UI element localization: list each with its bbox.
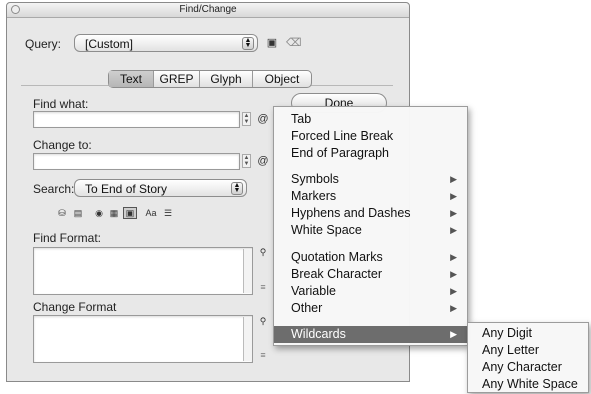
find-format-scrollbar[interactable]: [243, 249, 252, 293]
submenu-arrow-icon: ▶: [450, 252, 457, 262]
menu-item-any-digit[interactable]: Any Digit: [468, 325, 588, 342]
menu-item-variable[interactable]: Variable ▶: [274, 283, 467, 300]
save-query-icon[interactable]: ▣: [266, 38, 278, 49]
menu-item-markers[interactable]: Markers ▶: [274, 188, 467, 205]
find-what-history-stepper[interactable]: ▲ ▼: [242, 112, 251, 126]
case-sensitive-icon[interactable]: Aa: [143, 208, 159, 218]
wildcards-submenu: Any Digit Any Letter Any Character Any W…: [467, 322, 589, 393]
find-format-label: Find Format:: [33, 231, 102, 245]
title-bar[interactable]: Find/Change: [7, 3, 409, 18]
submenu-arrow-icon: ▶: [450, 174, 457, 184]
include-locked-layers-icon[interactable]: ⛁: [56, 208, 68, 218]
submenu-arrow-icon: ▶: [450, 191, 457, 201]
change-format-label: Change Format: [33, 300, 117, 314]
change-to-history-stepper[interactable]: ▲ ▼: [242, 154, 251, 168]
whole-word-icon[interactable]: ☰: [162, 208, 174, 218]
menu-item-tab[interactable]: Tab: [274, 111, 467, 128]
special-characters-icon[interactable]: @: [257, 114, 269, 125]
menu-item-quotation-marks[interactable]: Quotation Marks ▶: [274, 249, 467, 266]
chevron-updown-icon: ▲ ▼: [231, 182, 243, 195]
change-format-box[interactable]: [33, 315, 253, 363]
submenu-arrow-icon: ▶: [450, 208, 457, 218]
tab-glyph[interactable]: Glyph: [200, 71, 253, 87]
tab-object[interactable]: Object: [253, 71, 311, 87]
search-value: To End of Story: [85, 182, 168, 196]
menu-item-any-character[interactable]: Any Character: [468, 359, 588, 376]
include-locked-stories-icon[interactable]: ▤: [72, 208, 84, 218]
query-select[interactable]: [Custom] ▲ ▼: [74, 34, 258, 52]
submenu-arrow-icon: ▶: [450, 269, 457, 279]
clear-change-format-icon[interactable]: ≡: [257, 350, 269, 360]
search-select[interactable]: To End of Story ▲ ▼: [74, 179, 247, 197]
menu-item-symbols[interactable]: Symbols ▶: [274, 171, 467, 188]
find-format-box[interactable]: [33, 247, 253, 295]
menu-item-break-character[interactable]: Break Character ▶: [274, 266, 467, 283]
submenu-arrow-icon: ▶: [450, 286, 457, 296]
tab-text[interactable]: Text: [109, 71, 154, 87]
chevron-updown-icon: ▲ ▼: [242, 37, 254, 50]
find-what-label: Find what:: [33, 97, 89, 111]
tab-grep[interactable]: GREP: [154, 71, 200, 87]
menu-item-white-space[interactable]: White Space ▶: [274, 222, 467, 239]
submenu-arrow-icon: ▶: [450, 329, 457, 339]
menu-item-any-letter[interactable]: Any Letter: [468, 342, 588, 359]
include-hidden-layers-icon[interactable]: ◉: [93, 208, 105, 218]
submenu-arrow-icon: ▶: [450, 225, 457, 235]
menu-item-forced-line-break[interactable]: Forced Line Break: [274, 128, 467, 145]
search-label: Search:: [33, 182, 75, 196]
menu-item-hyphens-and-dashes[interactable]: Hyphens and Dashes ▶: [274, 205, 467, 222]
tab-bar: Text GREP Glyph Object: [108, 70, 312, 88]
menu-item-other[interactable]: Other ▶: [274, 300, 467, 317]
find-what-field[interactable]: [33, 111, 240, 128]
specify-change-format-icon[interactable]: ⚲: [257, 316, 269, 326]
menu-item-wildcards[interactable]: Wildcards ▶: [274, 326, 467, 343]
menu-item-end-of-paragraph[interactable]: End of Paragraph: [274, 145, 467, 162]
change-to-label: Change to:: [33, 138, 92, 152]
clear-find-format-icon[interactable]: ≡: [257, 282, 269, 292]
window-title: Find/Change: [179, 4, 237, 15]
query-label: Query:: [25, 37, 62, 51]
specify-find-format-icon[interactable]: ⚲: [257, 247, 269, 257]
change-to-field[interactable]: [33, 153, 240, 170]
change-special-characters-icon[interactable]: @: [257, 156, 269, 167]
include-master-pages-icon[interactable]: ▦: [108, 208, 120, 218]
submenu-arrow-icon: ▶: [450, 303, 457, 313]
delete-query-icon[interactable]: ⌫: [286, 38, 302, 49]
change-format-scrollbar[interactable]: [243, 317, 252, 361]
query-value: [Custom]: [85, 37, 134, 51]
special-characters-menu: Tab Forced Line Break End of Paragraph S…: [273, 106, 468, 346]
include-footnotes-icon[interactable]: ▣: [123, 207, 137, 219]
menu-item-any-white-space[interactable]: Any White Space: [468, 376, 588, 393]
